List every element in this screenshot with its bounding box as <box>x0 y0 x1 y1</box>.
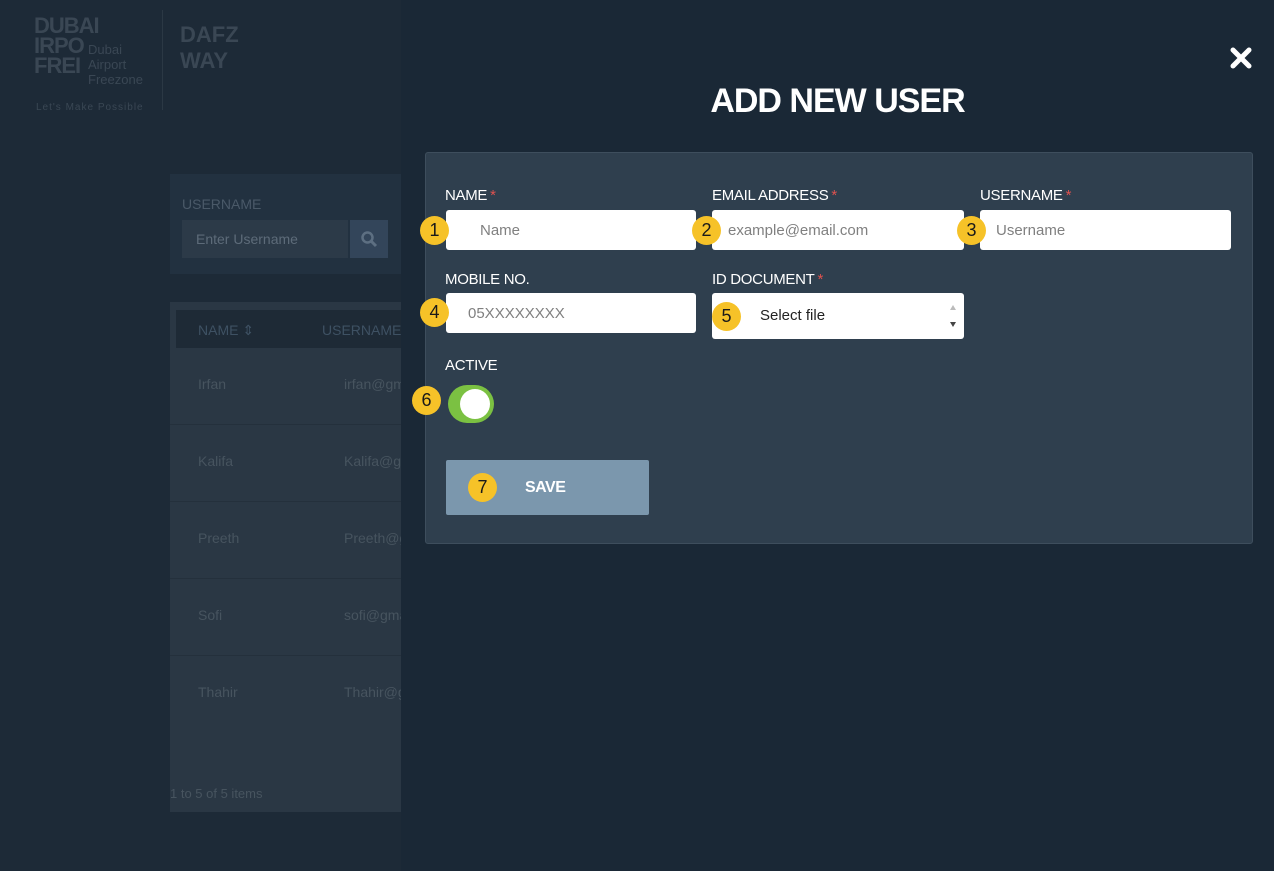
cell-username: Preeth@g <box>344 530 408 546</box>
cell-name: Preeth <box>198 530 240 546</box>
save-button-label: SAVE <box>525 479 566 496</box>
email-label: EMAIL ADDRESS * <box>712 187 837 204</box>
id-document-select[interactable]: Select file <box>712 293 964 339</box>
table-row[interactable]: Kalifa Kalifa@gr <box>170 425 410 502</box>
required-mark: * <box>1065 187 1072 204</box>
annotation-badge-4: 4 <box>420 298 449 327</box>
mobile-label: MOBILE NO. <box>445 271 530 288</box>
logo-subtitle: Dubai Airport Freezone <box>88 42 143 87</box>
search-icon <box>361 231 378 248</box>
username-label-text: USERNAME <box>980 187 1063 204</box>
cell-name: Sofi <box>198 607 223 623</box>
name-input[interactable] <box>446 210 696 250</box>
toggle-knob <box>460 389 490 419</box>
cell-name: Irfan <box>198 376 227 392</box>
id-document-selected-value: Select file <box>760 307 826 324</box>
cell-name: Thahir <box>198 684 238 700</box>
annotation-badge-3: 3 <box>957 216 986 245</box>
username-search-input[interactable]: Enter Username <box>182 220 348 258</box>
close-button[interactable] <box>1229 46 1253 70</box>
annotation-badge-7: 7 <box>468 473 497 502</box>
table-row[interactable]: Thahir Thahir@g <box>170 656 410 732</box>
active-label-text: ACTIVE <box>445 357 498 374</box>
email-label-text: EMAIL ADDRESS <box>712 187 829 204</box>
annotation-badge-2: 2 <box>692 216 721 245</box>
pagination-info: 1 to 5 of 5 items <box>170 786 263 801</box>
required-mark: * <box>817 271 824 288</box>
app-name: DAFZ WAY <box>180 22 239 73</box>
cell-username: irfan@gm <box>344 376 405 392</box>
spinner-arrows-icon <box>950 305 956 327</box>
annotation-badge-6: 6 <box>412 386 441 415</box>
table-header: NAME ⇕ USERNAME <box>176 310 410 348</box>
cell-username: Kalifa@gr <box>344 453 406 469</box>
annotation-badge-1: 1 <box>420 216 449 245</box>
username-input[interactable] <box>980 210 1231 250</box>
name-label: NAME * <box>445 187 496 204</box>
table-row[interactable]: Sofi sofi@gma <box>170 579 410 656</box>
add-user-form: NAME* EMAIL ADDRESS* USERNAME* MOBILE NO… <box>425 152 1253 544</box>
name-label-text: NAME <box>445 187 488 204</box>
column-header-name[interactable]: NAME ⇕ <box>198 322 254 339</box>
dafz-logo: DUBAI IRPO FREI Dubai Airport Freezone L… <box>30 10 160 120</box>
cell-name: Kalifa <box>198 453 234 469</box>
required-mark: * <box>490 187 496 204</box>
cell-username: sofi@gma <box>344 607 408 623</box>
required-mark: * <box>831 187 837 204</box>
annotation-badge-5: 5 <box>712 302 741 331</box>
cell-username: Thahir@g <box>344 684 406 700</box>
column-header-username[interactable]: USERNAME <box>322 322 401 338</box>
mobile-input[interactable] <box>446 293 696 333</box>
close-icon <box>1230 47 1252 69</box>
modal-title: ADD NEW USER <box>710 82 965 120</box>
logo-tagline: Let's Make Possible <box>36 102 144 113</box>
id-document-label-text: ID DOCUMENT <box>712 271 815 288</box>
search-button[interactable] <box>350 220 388 258</box>
username-filter-panel: USERNAME Enter Username <box>170 174 410 274</box>
mobile-label-text: MOBILE NO. <box>445 271 530 288</box>
header-divider <box>162 10 163 110</box>
add-user-panel: ADD NEW USER NAME* EMAIL ADDRESS* USERNA… <box>401 0 1274 871</box>
email-input[interactable] <box>712 210 964 250</box>
filter-label: USERNAME <box>182 196 262 212</box>
table-row[interactable]: Preeth Preeth@g <box>170 502 410 579</box>
active-toggle[interactable] <box>448 385 494 423</box>
username-label: USERNAME * <box>980 187 1071 204</box>
table-row[interactable]: Irfan irfan@gm <box>170 348 410 425</box>
active-label: ACTIVE <box>445 357 498 374</box>
users-table: NAME ⇕ USERNAME Irfan irfan@gm Kalifa Ka… <box>170 302 410 812</box>
id-document-label: ID DOCUMENT * <box>712 271 823 288</box>
